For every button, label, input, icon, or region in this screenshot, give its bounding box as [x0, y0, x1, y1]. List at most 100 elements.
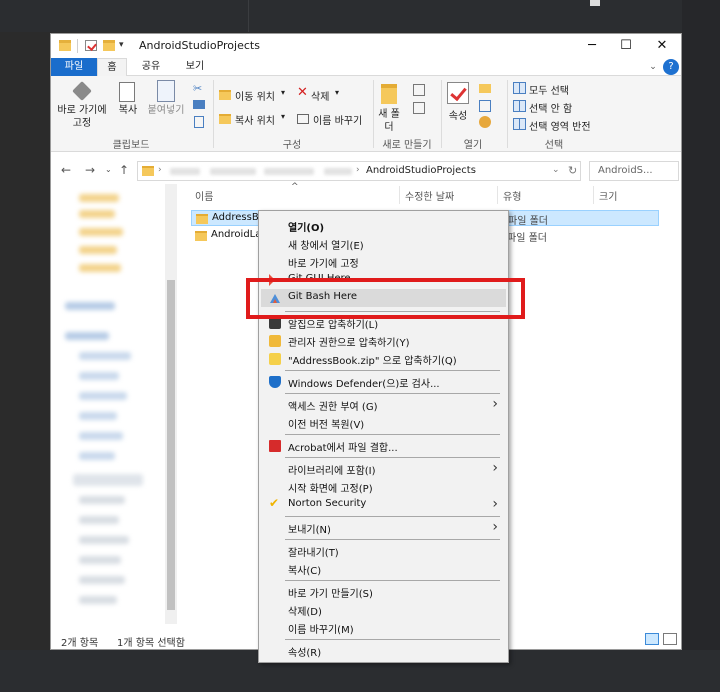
nav-item-blurred[interactable] [65, 302, 115, 310]
paste-button[interactable]: 붙여넣기 [143, 104, 189, 117]
menu-item-alzip-zip[interactable]: "AddressBook.zip" 으로 압축하기(Q) [261, 350, 506, 368]
recent-dropdown-icon[interactable]: ⌄ [105, 165, 112, 174]
menu-item-create-shortcut[interactable]: 바로 가기 만들기(S) [261, 583, 506, 601]
menu-item-properties[interactable]: 속성(R) [261, 642, 506, 660]
copy-to-dropdown-icon[interactable]: ▾ [281, 112, 285, 121]
nav-item-blurred[interactable] [79, 516, 119, 524]
refresh-icon[interactable]: ↻ [568, 164, 577, 177]
qat-dropdown-icon[interactable]: ▾ [119, 40, 124, 50]
address-bar[interactable]: › › AndroidStudioProjects ⌄ ↻ [137, 161, 581, 181]
column-date-modified[interactable]: 수정한 날짜 [405, 188, 454, 203]
nav-item-blurred[interactable] [79, 412, 117, 420]
menu-item-give-access[interactable]: 액세스 권한 부여 (G) › [261, 396, 506, 414]
up-icon[interactable]: ↑ [119, 163, 129, 177]
tab-home[interactable]: 홈 [97, 58, 127, 77]
open-icon[interactable] [479, 84, 491, 93]
nav-item-blurred[interactable] [65, 332, 109, 340]
search-input[interactable]: AndroidS... [589, 161, 679, 181]
pin-quick-access-button[interactable]: 바로 가기에 고정 [55, 104, 109, 130]
new-folder-button[interactable]: 새 폴더 [375, 108, 403, 134]
nav-item-blurred[interactable] [79, 264, 121, 272]
menu-item-open-new-window[interactable]: 새 창에서 열기(E) [261, 235, 506, 253]
breadcrumb-current[interactable]: AndroidStudioProjects [366, 165, 476, 176]
menu-item-pin-start[interactable]: 시작 화면에 고정(P) [261, 478, 506, 496]
nav-item-blurred[interactable] [79, 452, 115, 460]
nav-item-blurred[interactable] [73, 474, 143, 486]
menu-item-restore-versions[interactable]: 이전 버전 복원(V) [261, 414, 506, 432]
column-type[interactable]: 유형 [503, 188, 521, 203]
forward-icon[interactable]: → [85, 163, 95, 177]
nav-item-blurred[interactable] [79, 576, 125, 584]
navigation-pane[interactable] [51, 184, 177, 624]
nav-item-blurred[interactable] [79, 194, 119, 202]
cut-icon[interactable]: ✂ [193, 82, 202, 95]
tab-view[interactable]: 보기 [177, 58, 213, 76]
maximize-button[interactable]: ☐ [611, 36, 641, 56]
nav-item-blurred[interactable] [79, 556, 121, 564]
select-none-button[interactable]: 선택 안 함 [529, 100, 572, 115]
help-icon[interactable]: ? [663, 59, 679, 75]
breadcrumb-blurred[interactable] [210, 168, 256, 175]
close-button[interactable]: ✕ [647, 36, 677, 56]
edit-icon[interactable] [479, 100, 491, 112]
nav-item-blurred[interactable] [79, 432, 123, 440]
rename-button[interactable]: 이름 바꾸기 [313, 112, 362, 127]
minimize-button[interactable]: ─ [577, 36, 607, 56]
move-to-dropdown-icon[interactable]: ▾ [281, 88, 285, 97]
menu-item-alzip-admin[interactable]: 관리자 권한으로 압축하기(Y) [261, 332, 506, 350]
column-name[interactable]: 이름 [195, 188, 213, 203]
ribbon-collapse-icon[interactable]: ⌄ [647, 58, 659, 76]
select-all-button[interactable]: 모두 선택 [529, 82, 569, 97]
copy-path-icon[interactable] [193, 100, 205, 109]
breadcrumb-blurred[interactable] [170, 168, 200, 175]
copy-to-icon [219, 114, 231, 124]
nav-item-blurred[interactable] [79, 210, 115, 218]
nav-item-blurred[interactable] [79, 246, 117, 254]
column-divider[interactable] [399, 186, 400, 204]
title-bar[interactable]: ▾ AndroidStudioProjects ─ ☐ ✕ [51, 34, 681, 58]
nav-item-blurred[interactable] [79, 596, 117, 604]
large-icons-view-icon[interactable] [663, 633, 677, 645]
properties-check-icon[interactable] [85, 40, 97, 51]
menu-item-include-library[interactable]: 라이브러리에 포함(I) › [261, 460, 506, 478]
menu-item-defender-scan[interactable]: Windows Defender(으)로 검사... [261, 373, 506, 391]
new-folder-qat-icon[interactable] [103, 40, 115, 51]
copy-button[interactable]: 복사 [113, 104, 143, 117]
breadcrumb-blurred[interactable] [264, 168, 314, 175]
paste-shortcut-icon[interactable] [194, 116, 204, 128]
history-icon[interactable] [479, 116, 491, 128]
breadcrumb-blurred[interactable] [324, 168, 352, 175]
column-divider[interactable] [593, 186, 594, 204]
nav-item-blurred[interactable] [79, 496, 125, 504]
menu-item-send-to[interactable]: 보내기(N) › [261, 519, 506, 537]
menu-item-rename[interactable]: 이름 바꾸기(M) [261, 619, 506, 637]
new-item-icon[interactable] [413, 84, 425, 96]
nav-item-blurred[interactable] [79, 352, 131, 360]
delete-dropdown-icon[interactable]: ▾ [335, 88, 339, 97]
nav-item-blurred[interactable] [79, 392, 127, 400]
details-view-icon[interactable] [645, 633, 659, 645]
menu-item-delete[interactable]: 삭제(D) [261, 601, 506, 619]
nav-item-blurred[interactable] [79, 228, 123, 236]
invert-selection-button[interactable]: 선택 영역 반전 [529, 118, 591, 133]
menu-item-acrobat-combine[interactable]: Acrobat에서 파일 결합... [261, 437, 506, 455]
easy-access-icon[interactable] [413, 102, 425, 114]
menu-item-open[interactable]: 열기(O) [261, 217, 506, 235]
move-to-button[interactable]: 이동 위치 [235, 88, 275, 103]
column-size[interactable]: 크기 [599, 188, 617, 203]
back-icon[interactable]: ← [61, 163, 71, 177]
tab-share[interactable]: 공유 [133, 58, 169, 76]
column-divider[interactable] [497, 186, 498, 204]
delete-button[interactable]: 삭제 [311, 88, 329, 103]
menu-item-norton[interactable]: ✔ Norton Security › [261, 496, 506, 514]
nav-item-blurred[interactable] [79, 372, 119, 380]
address-dropdown-icon[interactable]: ⌄ [552, 165, 560, 175]
menu-item-cut[interactable]: 잘라내기(T) [261, 542, 506, 560]
copy-to-button[interactable]: 복사 위치 [235, 112, 275, 127]
nav-scrollbar-thumb[interactable] [167, 280, 175, 610]
nav-item-blurred[interactable] [79, 536, 129, 544]
menu-item-pin-quick-access[interactable]: 바로 가기에 고정 [261, 253, 506, 271]
tab-file[interactable]: 파일 [51, 58, 97, 76]
menu-item-copy[interactable]: 복사(C) [261, 560, 506, 578]
properties-button[interactable]: 속성 [445, 110, 471, 123]
